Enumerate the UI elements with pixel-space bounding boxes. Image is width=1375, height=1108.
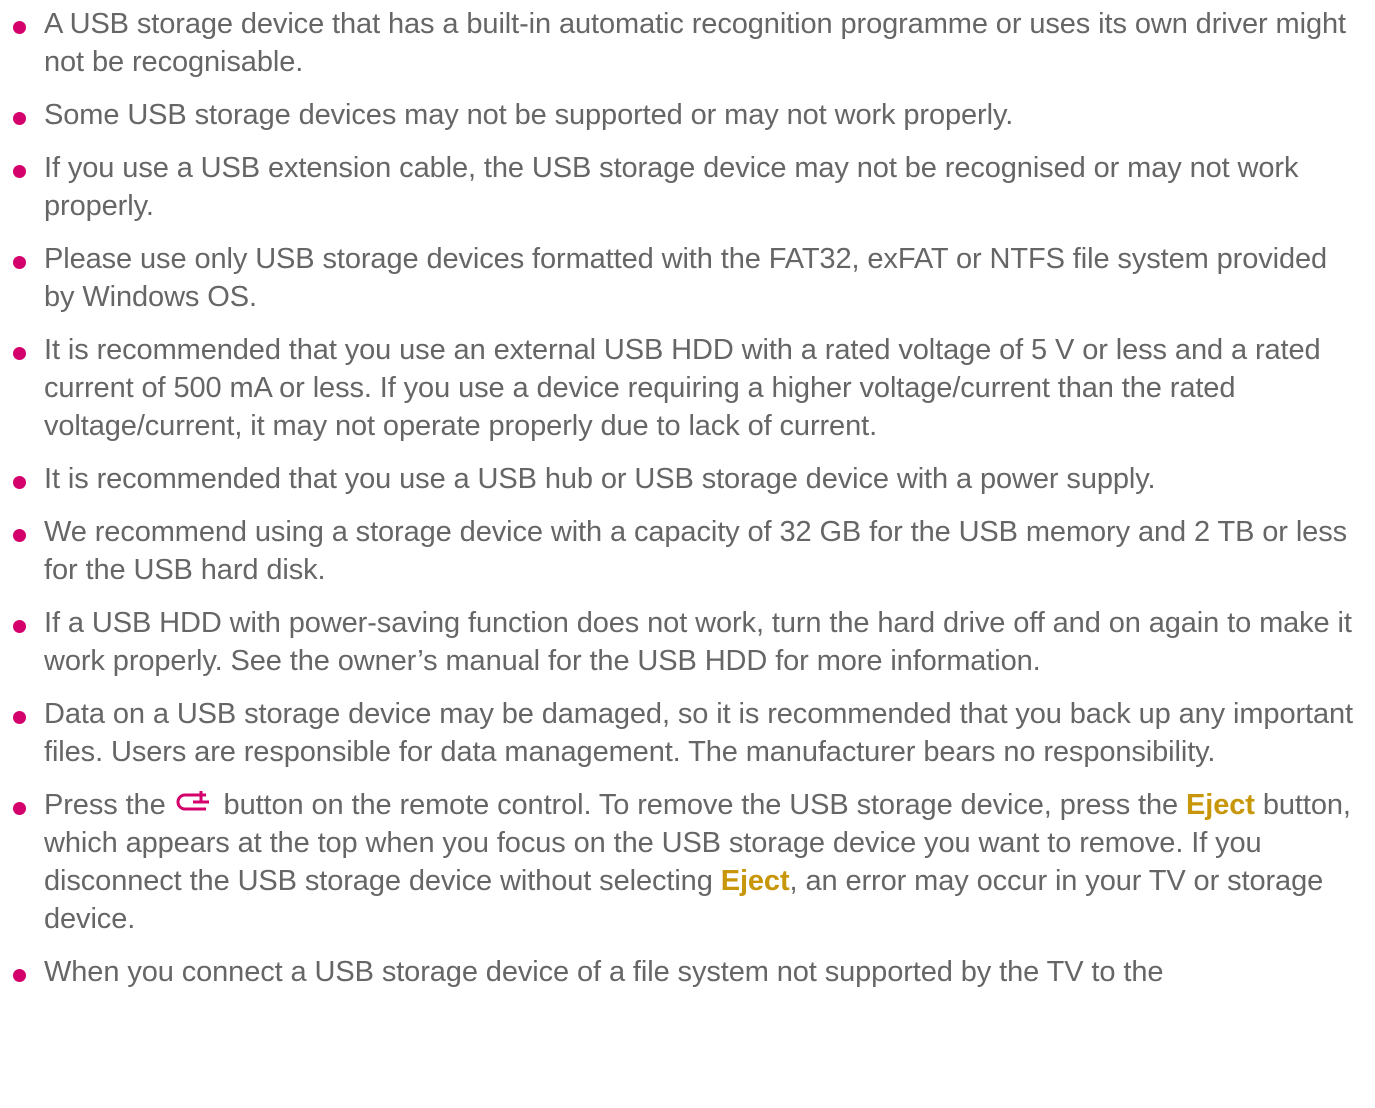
bullet-icon xyxy=(13,476,26,489)
list-item: If a USB HDD with power-saving function … xyxy=(0,604,1375,680)
note-text: When you connect a USB storage device of… xyxy=(44,956,1164,988)
eject-keyword: Eject xyxy=(720,865,790,897)
bullet-icon xyxy=(13,802,26,815)
list-item: Please use only USB storage devices form… xyxy=(0,240,1375,316)
note-text: Some USB storage devices may not be supp… xyxy=(44,99,1014,131)
bullet-icon xyxy=(13,112,26,125)
note-text: It is recommended that you use an extern… xyxy=(44,334,1321,442)
bullet-icon xyxy=(13,256,26,269)
bullet-icon xyxy=(13,620,26,633)
bullet-icon xyxy=(13,711,26,724)
note-text: A USB storage device that has a built-in… xyxy=(44,8,1346,78)
bullet-icon xyxy=(13,529,26,542)
note-text: If you use a USB extension cable, the US… xyxy=(44,152,1299,222)
note-text: It is recommended that you use a USB hub… xyxy=(44,463,1156,495)
note-text: If a USB HDD with power-saving function … xyxy=(44,607,1352,677)
note-text: We recommend using a storage device with… xyxy=(44,516,1347,586)
note-text-part: button on the remote control. To remove … xyxy=(223,789,1179,821)
note-text-part: Press the xyxy=(44,789,166,821)
input-source-icon xyxy=(176,791,209,811)
eject-keyword: Eject xyxy=(1186,789,1255,821)
list-item: It is recommended that you use a USB hub… xyxy=(0,460,1375,498)
list-item: We recommend using a storage device with… xyxy=(0,513,1375,589)
bullet-icon xyxy=(13,165,26,178)
bullet-icon xyxy=(13,347,26,360)
list-item-eject: Press the button on the remote control. … xyxy=(0,786,1375,938)
bullet-icon xyxy=(13,969,26,982)
list-item: Data on a USB storage device may be dama… xyxy=(0,695,1375,771)
note-text: Please use only USB storage devices form… xyxy=(44,243,1328,313)
list-item: A USB storage device that has a built-in… xyxy=(0,5,1375,81)
usb-notes-list: A USB storage device that has a built-in… xyxy=(0,5,1375,1006)
list-item: Some USB storage devices may not be supp… xyxy=(0,96,1375,134)
list-item: When you connect a USB storage device of… xyxy=(0,953,1375,991)
bullet-icon xyxy=(13,21,26,34)
list-item: It is recommended that you use an extern… xyxy=(0,331,1375,445)
note-text: Data on a USB storage device may be dama… xyxy=(44,698,1354,768)
list-item: If you use a USB extension cable, the US… xyxy=(0,149,1375,225)
